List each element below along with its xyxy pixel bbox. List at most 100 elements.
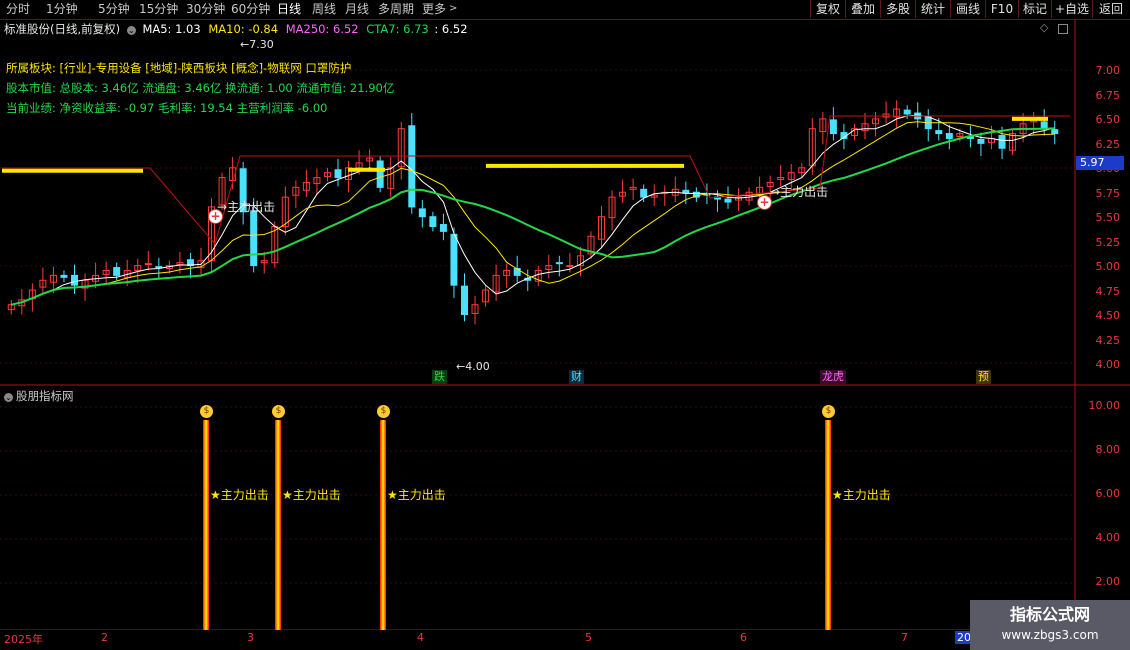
candle-body — [640, 188, 648, 198]
candle-body — [408, 125, 416, 208]
signal-bar-core — [276, 420, 280, 630]
step-line — [2, 115, 1070, 246]
candle-body — [566, 265, 574, 268]
main-signal-text: 主力出击 — [780, 185, 829, 199]
price-tick: 4.25 — [1095, 334, 1121, 347]
signal-bar-core — [381, 420, 385, 630]
candle-body — [60, 274, 68, 278]
plus-signal-icon[interactable]: + — [757, 195, 772, 210]
price-tick: 6.25 — [1095, 138, 1121, 151]
cta7-line — [11, 127, 1055, 306]
low-price-marker: ←4.00 — [456, 360, 490, 373]
candle-body — [71, 274, 79, 286]
signal-bar-core — [204, 420, 208, 630]
price-tick: 5.50 — [1095, 211, 1121, 224]
money-bag-icon: $ — [822, 405, 835, 418]
ma5-line — [11, 114, 1055, 306]
add-favorite-button[interactable]: +自选 — [1051, 0, 1092, 18]
price-tick: 5.00 — [1095, 260, 1121, 273]
period-tab-more[interactable]: 更多 — [422, 0, 446, 18]
date-tick: 6 — [740, 631, 747, 644]
candle-body — [113, 267, 121, 276]
event-marker-finance[interactable]: 财 — [569, 370, 584, 384]
high-price-value: 7.30 — [249, 38, 274, 51]
period-tab-fenshi[interactable]: 分时 — [6, 0, 30, 18]
price-tick: 7.00 — [1095, 64, 1121, 77]
sub-signal-label: ★主力出击 — [282, 488, 341, 502]
candle-body — [555, 262, 563, 265]
more-arrow-icon[interactable]: > — [449, 0, 457, 18]
sub-signal-label: ★主力出击 — [832, 488, 891, 502]
period-tab-30min[interactable]: 30分钟 — [186, 0, 225, 18]
price-chart[interactable] — [0, 20, 1130, 630]
sub-axis-tick: 10.00 — [1088, 399, 1121, 412]
sub-axis-tick: 4.00 — [1095, 531, 1121, 544]
money-bag-icon: $ — [200, 405, 213, 418]
candle-body — [144, 263, 152, 266]
stats-button[interactable]: 统计 — [915, 0, 950, 18]
date-tick: 5 — [585, 631, 592, 644]
sub-signal-label: ★主力出击 — [210, 488, 269, 502]
candle-body — [903, 109, 911, 115]
fuquan-button[interactable]: 复权 — [810, 0, 845, 18]
sub-collapse-icon[interactable]: ⌄ — [4, 393, 13, 402]
date-tick: 4 — [417, 631, 424, 644]
period-tab-weekly[interactable]: 周线 — [312, 0, 336, 18]
period-tab-multi[interactable]: 多周期 — [378, 0, 414, 18]
watermark-title: 指标公式网 — [1009, 605, 1090, 624]
candle-body — [460, 285, 468, 315]
watermark-url: www.zbgs3.com — [1001, 628, 1099, 642]
low-price-value: 4.00 — [465, 360, 490, 373]
overlay-button[interactable]: 叠加 — [845, 0, 880, 18]
mark-button[interactable]: 标记 — [1018, 0, 1051, 18]
back-button[interactable]: 返回 — [1092, 0, 1129, 18]
event-marker-forecast[interactable]: 预 — [976, 370, 991, 384]
period-tab-monthly[interactable]: 月线 — [345, 0, 369, 18]
event-marker-dragon-tiger[interactable]: 龙虎 — [820, 370, 846, 384]
period-tab-60min[interactable]: 60分钟 — [231, 0, 270, 18]
f10-button[interactable]: F10 — [985, 0, 1018, 18]
candle-body — [155, 266, 163, 269]
date-tick: 3 — [247, 631, 254, 644]
candle-body — [945, 133, 953, 139]
sub-axis-tick: 6.00 — [1095, 487, 1121, 500]
period-tab-15min[interactable]: 15分钟 — [139, 0, 178, 18]
price-tick: 4.00 — [1095, 358, 1121, 371]
plus-signal-icon[interactable]: + — [208, 209, 223, 224]
price-tick: 4.50 — [1095, 309, 1121, 322]
period-tab-1min[interactable]: 1分钟 — [46, 0, 78, 18]
price-tick: 6.75 — [1095, 89, 1121, 102]
candle-body — [439, 224, 447, 232]
draw-button[interactable]: 画线 — [950, 0, 985, 18]
candle-body — [829, 119, 837, 135]
main-signal-text: 主力出击 — [227, 200, 276, 214]
date-tick: 2 — [101, 631, 108, 644]
candle-body — [998, 135, 1006, 149]
price-tick: 5.25 — [1095, 236, 1121, 249]
candle-body — [418, 208, 426, 218]
current-price-badge: 5.97 — [1076, 156, 1124, 170]
candle-body — [450, 233, 458, 286]
high-price-marker: ←7.30 — [240, 38, 274, 51]
candle-body — [429, 216, 437, 227]
signal-bar-core — [826, 420, 830, 630]
sub-axis-tick: 8.00 — [1095, 443, 1121, 456]
main-signal-label: →主力出击 — [217, 200, 276, 214]
price-tick: 5.75 — [1095, 187, 1121, 200]
price-tick: 6.50 — [1095, 113, 1121, 126]
period-tab-5min[interactable]: 5分钟 — [98, 0, 130, 18]
watermark: 指标公式网 www.zbgs3.com — [970, 600, 1130, 650]
sub-axis-tick: 2.00 — [1095, 575, 1121, 588]
period-tab-daily[interactable]: 日线 — [277, 0, 301, 18]
event-marker-fall[interactable]: 跌 — [432, 370, 447, 384]
candle-body — [1051, 129, 1059, 135]
sub-signal-label: ★主力出击 — [387, 488, 446, 502]
candle-body — [376, 160, 384, 188]
multi-stock-button[interactable]: 多股 — [880, 0, 915, 18]
candle-body — [334, 169, 342, 179]
sub-chart-title: 股朋指标网 — [16, 389, 74, 403]
date-tick: 7 — [901, 631, 908, 644]
sub-chart-header: ⌄ 股朋指标网 — [4, 388, 74, 404]
date-tick: 2025年 — [4, 633, 43, 646]
candle-body — [250, 210, 258, 267]
